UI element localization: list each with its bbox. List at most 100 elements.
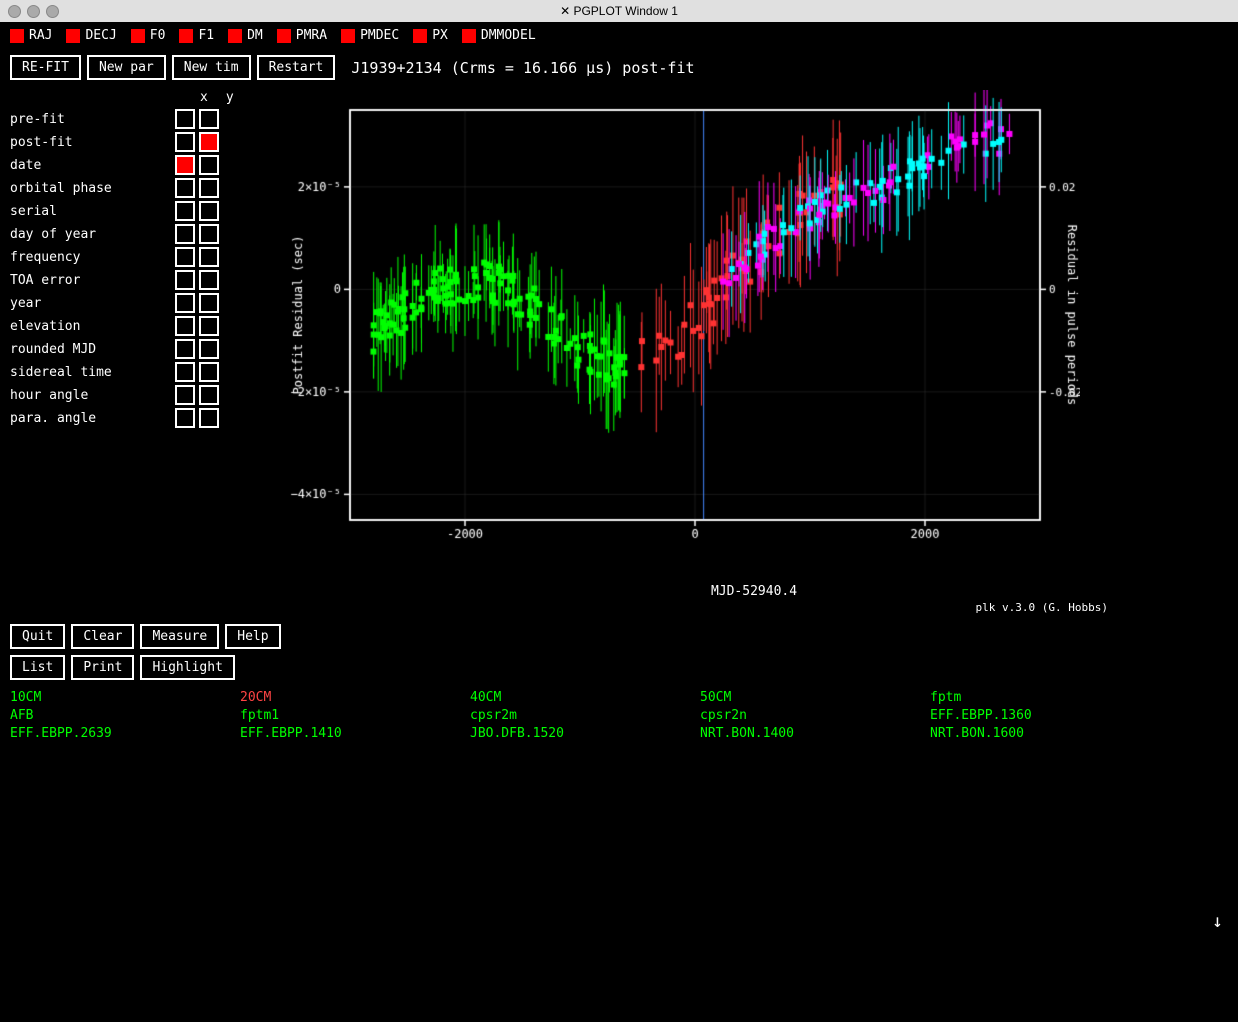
x-checkbox[interactable] <box>175 132 195 152</box>
y-checkbox[interactable] <box>199 339 219 359</box>
clear-button[interactable]: Clear <box>71 624 134 649</box>
help-button[interactable]: Help <box>225 624 280 649</box>
x-checkbox[interactable] <box>175 362 195 382</box>
x-checkbox[interactable] <box>175 224 195 244</box>
row-label: hour angle <box>10 388 175 403</box>
legend-item-fptm1: fptm1 <box>240 708 470 723</box>
y-checkbox[interactable] <box>199 270 219 290</box>
restart-button[interactable]: Restart <box>257 55 336 80</box>
y-checkbox[interactable] <box>199 247 219 267</box>
row-day-of-year: day of year <box>10 224 280 244</box>
rows-container: pre-fit post-fit date orbital phase serial da… <box>10 109 280 428</box>
row-label: para. angle <box>10 411 175 426</box>
measure-button[interactable]: Measure <box>140 624 219 649</box>
plot-title: J1939+2134 (Crms = 16.166 μs) post-fit <box>351 59 694 77</box>
param-f1[interactable]: F1 <box>179 28 214 43</box>
param-pmra[interactable]: PMRA <box>277 28 327 43</box>
y-checkbox[interactable] <box>199 178 219 198</box>
legend-item-fptm: fptm <box>930 690 1160 705</box>
x-checkbox[interactable] <box>175 385 195 405</box>
row-label: serial <box>10 204 175 219</box>
x-checkbox[interactable] <box>175 293 195 313</box>
y-checkbox[interactable] <box>199 385 219 405</box>
y-checkbox[interactable] <box>199 224 219 244</box>
x-checkbox[interactable] <box>175 316 195 336</box>
y-checkbox[interactable] <box>199 316 219 336</box>
row-para.-angle: para. angle <box>10 408 280 428</box>
param-px[interactable]: PX <box>413 28 448 43</box>
param-indicator <box>179 29 193 43</box>
param-indicator <box>462 29 476 43</box>
row-hour-angle: hour angle <box>10 385 280 405</box>
legend-item-nrt.bon.1600: NRT.BON.1600 <box>930 726 1160 741</box>
row-post-fit: post-fit <box>10 132 280 152</box>
y-checkbox[interactable] <box>199 109 219 129</box>
y-checkbox[interactable] <box>199 362 219 382</box>
row-toa-error: TOA error <box>10 270 280 290</box>
row-label: frequency <box>10 250 175 265</box>
param-dmmodel[interactable]: DMMODEL <box>462 28 536 43</box>
legend-item-cpsr2n: cpsr2n <box>700 708 930 723</box>
row-frequency: frequency <box>10 247 280 267</box>
row-serial: serial <box>10 201 280 221</box>
param-decj[interactable]: DECJ <box>66 28 116 43</box>
row-label: elevation <box>10 319 175 334</box>
x-checkbox[interactable] <box>175 247 195 267</box>
refit-button[interactable]: RE-FIT <box>10 55 81 80</box>
x-checkbox[interactable] <box>175 109 195 129</box>
row-label: year <box>10 296 175 311</box>
window-controls <box>8 5 59 18</box>
y-checkbox[interactable] <box>199 408 219 428</box>
titlebar: ✕ PGPLOT Window 1 <box>0 0 1238 22</box>
close-button[interactable] <box>8 5 21 18</box>
param-raj[interactable]: RAJ <box>10 28 52 43</box>
plot-xlabel: MJD-52940.4 <box>280 584 1228 599</box>
param-pmdec[interactable]: PMDEC <box>341 28 399 43</box>
plot-canvas[interactable] <box>290 90 1080 580</box>
x-checkbox[interactable] <box>175 339 195 359</box>
toolbar: RE-FIT New par New tim Restart J1939+213… <box>0 49 1238 86</box>
minimize-button[interactable] <box>27 5 40 18</box>
row-label: post-fit <box>10 135 175 150</box>
quit-button[interactable]: Quit <box>10 624 65 649</box>
x-checkbox[interactable] <box>175 178 195 198</box>
x-checkbox[interactable] <box>175 201 195 221</box>
param-dm[interactable]: DM <box>228 28 263 43</box>
legend-item-eff.ebpp.1360: EFF.EBPP.1360 <box>930 708 1160 723</box>
legend-item-50cm: 50CM <box>700 690 930 705</box>
param-f0[interactable]: F0 <box>131 28 166 43</box>
list-button[interactable]: List <box>10 655 65 680</box>
param-indicator <box>341 29 355 43</box>
highlight-button[interactable]: Highlight <box>140 655 234 680</box>
legend-item-jbo.dfb.1520: JBO.DFB.1520 <box>470 726 700 741</box>
row-label: sidereal time <box>10 365 175 380</box>
maximize-button[interactable] <box>46 5 59 18</box>
x-checkbox[interactable] <box>175 270 195 290</box>
scroll-down-icon[interactable]: ↓ <box>1212 911 1223 932</box>
param-indicator <box>10 29 24 43</box>
x-checkbox[interactable] <box>175 155 195 175</box>
legend-row: 10CM20CM40CM50CMfptmAFBfptm1cpsr2mcpsr2n… <box>0 686 1238 745</box>
row-date: date <box>10 155 280 175</box>
row-orbital-phase: orbital phase <box>10 178 280 198</box>
param-indicator <box>66 29 80 43</box>
newpar-button[interactable]: New par <box>87 55 166 80</box>
y-checkbox[interactable] <box>199 201 219 221</box>
row-sidereal-time: sidereal time <box>10 362 280 382</box>
y-checkbox[interactable] <box>199 155 219 175</box>
y-checkbox[interactable] <box>199 132 219 152</box>
legend-item-cpsr2m: cpsr2m <box>470 708 700 723</box>
row-label: date <box>10 158 175 173</box>
row-label: TOA error <box>10 273 175 288</box>
row-label: pre-fit <box>10 112 175 127</box>
print-button[interactable]: Print <box>71 655 134 680</box>
param-indicator <box>131 29 145 43</box>
parameter-row: RAJ DECJ F0 F1 DM PMRA PMDEC PX DMMODEL <box>0 22 1238 49</box>
newtim-button[interactable]: New tim <box>172 55 251 80</box>
xy-header: x y <box>200 90 280 105</box>
row-label: day of year <box>10 227 175 242</box>
left-panel: x y pre-fit post-fit date orbital phase seri… <box>10 90 280 614</box>
row-elevation: elevation <box>10 316 280 336</box>
y-checkbox[interactable] <box>199 293 219 313</box>
x-checkbox[interactable] <box>175 408 195 428</box>
